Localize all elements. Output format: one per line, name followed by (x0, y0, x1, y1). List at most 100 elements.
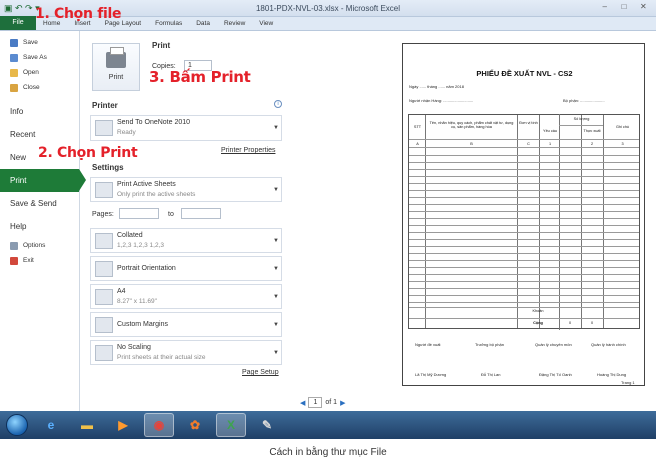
signer-title: Người đề xuất (415, 342, 441, 347)
paint-icon[interactable]: ✎ (252, 413, 282, 437)
caption: Cách in bằng thư mục File (0, 439, 656, 468)
print-what-title: Print Active Sheets (117, 180, 176, 188)
table-row (409, 232, 639, 233)
annotation-step1: 1. Chọn file (35, 6, 122, 22)
nav-help[interactable]: Help (0, 215, 79, 238)
pages-label: Pages: (92, 211, 114, 218)
close-file-icon (10, 83, 18, 92)
index-cell: A (416, 142, 419, 146)
form-date-line: Ngày ...... tháng ...... năm 2018 (409, 84, 464, 89)
nav-recent[interactable]: Recent (0, 123, 79, 146)
page-total-label: of 1 (325, 399, 338, 406)
nav-save-send[interactable]: Save & Send (0, 192, 79, 215)
nav-options[interactable]: Options (0, 238, 79, 253)
print-button[interactable]: Print (92, 43, 140, 91)
minimize-button[interactable]: – (596, 2, 613, 15)
printer-dropdown[interactable]: Send To OneNote 2010 Ready ▼ (90, 115, 282, 141)
ie-icon[interactable]: e (36, 413, 66, 437)
info-icon[interactable]: i (274, 100, 282, 108)
nav-save-as[interactable]: Save As (0, 50, 79, 65)
table-row (409, 302, 639, 303)
tab-review[interactable]: Review (217, 17, 252, 30)
pages-from-input[interactable] (119, 208, 159, 219)
preview-page: PHIẾU ĐỀ XUẤT NVL - CS2 Ngày ...... thán… (402, 43, 645, 386)
chrome-icon[interactable]: ◉ (144, 413, 174, 437)
print-settings-panel: Print Print Copies: 1 Printer i Send To … (88, 35, 288, 410)
previous-page-icon[interactable]: ◀ (300, 399, 305, 407)
print-header: Print (152, 41, 171, 50)
annotation-step2: 2. Chọn Print (38, 145, 138, 161)
form-title: PHIẾU ĐỀ XUẤT NVL - CS2 (476, 69, 573, 78)
table-row (409, 253, 639, 254)
next-page-icon[interactable]: ▶ (340, 399, 345, 407)
page-setup-link[interactable]: Page Setup (242, 369, 279, 376)
pages-to-input[interactable] (181, 208, 221, 219)
header-stt: STT (413, 125, 422, 129)
chevron-down-icon: ▼ (273, 237, 279, 244)
chevron-down-icon: ▼ (273, 293, 279, 300)
total-label: Cộng (533, 321, 543, 325)
table-row (409, 147, 639, 148)
nav-info[interactable]: Info (0, 100, 79, 123)
exit-icon (10, 256, 18, 265)
header-actual: Thực xuất (583, 129, 601, 133)
nav-save-label: Save (23, 39, 38, 46)
paper-size-title: A4 (117, 287, 126, 295)
printer-icon (106, 47, 126, 68)
table-row (409, 176, 639, 177)
tab-view[interactable]: View (252, 17, 280, 30)
tab-data[interactable]: Data (189, 17, 217, 30)
signer-title: Quản lý hành chính (591, 342, 626, 347)
form-table: STT Tên, nhãn hiệu, quy cách, phẩm chất … (408, 114, 640, 330)
header-qty: Số lượng (573, 117, 590, 121)
table-row (409, 197, 639, 198)
index-cell: 2 (590, 142, 594, 146)
nav-save[interactable]: Save (0, 35, 79, 50)
nav-close-label: Close (23, 84, 40, 91)
printer-properties-link[interactable]: Printer Properties (221, 147, 275, 154)
maximize-button[interactable]: □ (615, 2, 632, 15)
signer-name: Lã Thị Mỹ Dương (415, 372, 447, 377)
close-button[interactable]: ✕ (635, 2, 652, 15)
header-name: Tên, nhãn hiệu, quy cách, phẩm chất vật … (429, 121, 514, 129)
print-what-dropdown[interactable]: Print Active Sheets Only print the activ… (90, 177, 282, 202)
app-icon[interactable]: ✿ (180, 413, 210, 437)
nav-exit[interactable]: Exit (0, 253, 79, 268)
save-as-icon (10, 53, 18, 62)
chevron-down-icon: ▼ (273, 265, 279, 272)
onenote-printer-icon (95, 120, 113, 136)
start-orb[interactable] (6, 414, 28, 436)
chevron-down-icon: ▼ (273, 186, 279, 193)
signer-name: Đặng Thị Tố Oanh (539, 372, 572, 377)
table-row (409, 274, 639, 275)
header-req: Yêu cầu (543, 129, 557, 133)
nav-options-label: Options (23, 242, 46, 249)
nav-print[interactable]: Print (0, 169, 86, 192)
margins-icon (95, 316, 113, 333)
table-row (409, 211, 639, 212)
signer-title: Quản lý chuyên môn (535, 342, 572, 347)
table-row (409, 169, 639, 170)
margins-dropdown[interactable]: Custom Margins ▼ (90, 312, 282, 337)
tab-formulas[interactable]: Formulas (148, 17, 189, 30)
total-actual: 0 (590, 321, 594, 325)
folder-open-icon (10, 68, 18, 77)
collation-dropdown[interactable]: Collated 1,2,3 1,2,3 1,2,3 ▼ (90, 228, 282, 253)
explorer-icon[interactable]: ▬ (72, 413, 102, 437)
paper-size-dropdown[interactable]: A4 8.27" x 11.69" ▼ (90, 284, 282, 309)
table-row (409, 281, 639, 282)
excel-icon[interactable]: X (216, 413, 246, 437)
nav-close[interactable]: Close (0, 80, 79, 95)
media-player-icon[interactable]: ▶ (108, 413, 138, 437)
scaling-icon (95, 344, 113, 361)
annotation-step3: 3. Bấm Print (149, 68, 251, 86)
orientation-dropdown[interactable]: Portrait Orientation ▼ (90, 256, 282, 281)
scaling-dropdown[interactable]: No Scaling Print sheets at their actual … (90, 340, 282, 365)
tab-file[interactable]: File (0, 16, 36, 30)
index-cell: 3 (621, 142, 624, 146)
nav-open[interactable]: Open (0, 65, 79, 80)
header-unit: Đơn vị tính (519, 121, 538, 125)
page-number-input[interactable]: 1 (308, 397, 323, 408)
print-preview-pane: PHIẾU ĐỀ XUẤT NVL - CS2 Ngày ...... thán… (290, 31, 656, 411)
total-req: 0 (568, 321, 572, 325)
